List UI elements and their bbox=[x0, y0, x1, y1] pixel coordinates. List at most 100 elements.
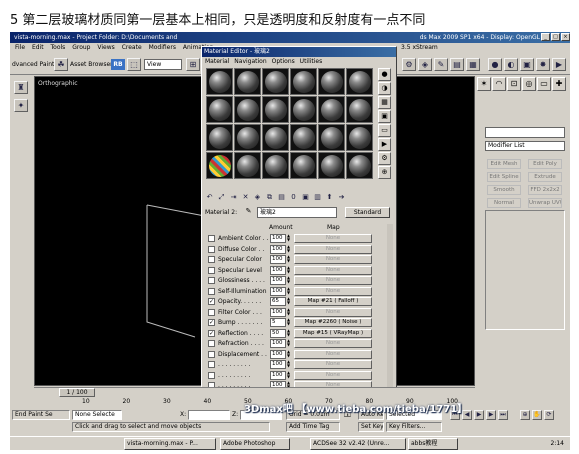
map-slot-button[interactable]: Map #2260 ( Noise ) bbox=[294, 318, 372, 327]
display-tab-icon[interactable]: ▭ bbox=[537, 77, 551, 91]
map-enable-checkbox[interactable] bbox=[208, 371, 215, 379]
map-amount-field[interactable]: 5 bbox=[270, 318, 286, 327]
sample-slot[interactable] bbox=[262, 152, 289, 179]
play-icon[interactable]: ▶ bbox=[474, 410, 484, 420]
sample-slot[interactable] bbox=[206, 124, 233, 151]
menu-edit[interactable]: Edit bbox=[32, 44, 44, 51]
unwrap-uvw-button[interactable]: Unwrap UVW bbox=[528, 198, 562, 208]
key-filters-button[interactable]: Key Filters... bbox=[386, 422, 442, 432]
map-amount-field[interactable]: 100 bbox=[270, 349, 286, 359]
map-enable-checkbox[interactable] bbox=[208, 361, 215, 368]
select-icon[interactable]: ⬚ bbox=[127, 58, 141, 71]
add-time-tag-button[interactable]: Add Time Tag bbox=[286, 422, 340, 432]
sample-slot[interactable] bbox=[262, 124, 289, 151]
modifier-list-dropdown[interactable]: Modifier List bbox=[485, 141, 565, 151]
map-amount-field[interactable]: 100 bbox=[270, 307, 286, 317]
map-amount-field[interactable]: 100 bbox=[270, 244, 286, 254]
sample-slot[interactable] bbox=[346, 68, 373, 95]
menu-group[interactable]: Group bbox=[72, 44, 90, 51]
sample-slot[interactable] bbox=[318, 124, 345, 151]
create-tab-icon[interactable]: ✶ bbox=[477, 77, 491, 91]
spinner-icon[interactable]: ▲▼ bbox=[287, 318, 292, 327]
menu-modifiers[interactable]: Modifiers bbox=[149, 44, 176, 51]
get-material-icon[interactable]: ↶ bbox=[204, 191, 215, 203]
end-paint-button[interactable]: End Paint Se bbox=[12, 410, 70, 420]
map-enable-checkbox[interactable] bbox=[208, 245, 215, 253]
motion-tab-icon[interactable]: ◎ bbox=[522, 77, 536, 91]
sample-slot[interactable] bbox=[206, 152, 233, 179]
show-end-icon[interactable]: ▥ bbox=[312, 191, 323, 203]
menu-views[interactable]: Views bbox=[97, 44, 114, 51]
map-slot-button[interactable]: None bbox=[294, 349, 372, 359]
mat-menu-navigation[interactable]: Navigation bbox=[234, 58, 266, 65]
map-slot-button[interactable]: None bbox=[294, 307, 372, 317]
sample-slot[interactable] bbox=[318, 68, 345, 95]
ffd-button[interactable]: FFD 2x2x2 bbox=[528, 185, 562, 195]
spinner-icon[interactable]: ▲▼ bbox=[287, 286, 292, 296]
time-slider[interactable]: 1 / 100 bbox=[59, 388, 95, 397]
spinner-icon[interactable]: ▲▼ bbox=[287, 307, 292, 317]
map-slot-button[interactable]: None bbox=[294, 370, 372, 380]
spinner-icon[interactable]: ▲▼ bbox=[287, 276, 292, 285]
pivot-icon[interactable]: ⊞ bbox=[186, 58, 200, 71]
modifier-stack[interactable] bbox=[485, 210, 565, 330]
sample-slot[interactable] bbox=[290, 96, 317, 123]
sample-slot[interactable] bbox=[234, 152, 261, 179]
map-amount-field[interactable]: 100 bbox=[270, 234, 286, 243]
options-icon[interactable]: ⚙ bbox=[378, 152, 391, 165]
map-slot-button[interactable]: None bbox=[294, 265, 372, 275]
map-enable-checkbox[interactable]: ✓ bbox=[208, 298, 215, 305]
spinner-icon[interactable]: ▲▼ bbox=[287, 370, 292, 380]
spinner-icon[interactable]: ▲▼ bbox=[287, 234, 292, 243]
tools-icon[interactable]: ✦ bbox=[14, 99, 28, 112]
object-name-field[interactable] bbox=[485, 127, 565, 138]
render-frame-icon[interactable]: ▣ bbox=[520, 58, 534, 71]
material-name-field[interactable]: 玻璃2 bbox=[257, 207, 337, 218]
task-3dsmax[interactable]: vista-morning.max - P... bbox=[124, 438, 216, 450]
edit-poly-button[interactable]: Edit Poly bbox=[528, 159, 562, 169]
pan-icon[interactable]: ✋ bbox=[532, 410, 542, 420]
mirror-icon[interactable]: ◈ bbox=[418, 58, 432, 71]
material-type-button[interactable]: Standard bbox=[345, 207, 390, 218]
sample-slot[interactable] bbox=[234, 124, 261, 151]
render-setup-icon[interactable]: ◐ bbox=[504, 58, 518, 71]
snap-icon[interactable]: ⚙ bbox=[402, 58, 416, 71]
align-icon[interactable]: ✎ bbox=[434, 58, 448, 71]
material-editor-icon[interactable]: ● bbox=[488, 58, 502, 71]
map-enable-checkbox[interactable] bbox=[208, 256, 215, 263]
sample-slot[interactable] bbox=[290, 152, 317, 179]
map-amount-field[interactable]: 100 bbox=[270, 370, 286, 380]
video-color-icon[interactable]: ▭ bbox=[378, 124, 391, 137]
show-map-icon[interactable]: ▣ bbox=[300, 191, 311, 203]
copy-icon[interactable]: ◈ bbox=[252, 191, 263, 203]
sample-slot[interactable] bbox=[290, 68, 317, 95]
spinner-icon[interactable]: ▲▼ bbox=[287, 297, 292, 306]
background-icon[interactable]: ▦ bbox=[378, 96, 391, 109]
eyedropper-icon[interactable]: ✎ bbox=[243, 207, 254, 218]
mat-menu-utilities[interactable]: Utilities bbox=[300, 58, 323, 65]
asset-browser-label[interactable]: Asset Browser bbox=[70, 61, 113, 68]
building-icon[interactable]: ♜ bbox=[14, 81, 28, 94]
backlight-icon[interactable]: ◑ bbox=[378, 82, 391, 95]
menu-tools[interactable]: Tools bbox=[51, 44, 66, 51]
mat-menu-options[interactable]: Options bbox=[272, 58, 295, 65]
sample-slot[interactable] bbox=[206, 96, 233, 123]
maximize-button[interactable]: □ bbox=[551, 33, 560, 41]
x-coordinate-field[interactable] bbox=[188, 410, 230, 420]
unique-icon[interactable]: ⧉ bbox=[264, 191, 275, 203]
menu-file[interactable]: File bbox=[15, 44, 25, 51]
library-icon[interactable]: ▤ bbox=[276, 191, 287, 203]
sample-slot[interactable] bbox=[346, 96, 373, 123]
map-amount-field[interactable]: 100 bbox=[270, 286, 286, 296]
edit-mesh-button[interactable]: Edit Mesh bbox=[487, 159, 521, 169]
view-dropdown[interactable]: View bbox=[144, 59, 182, 70]
sample-slot[interactable] bbox=[318, 96, 345, 123]
next-frame-icon[interactable]: ▶ bbox=[486, 410, 496, 420]
map-amount-field[interactable]: 100 bbox=[270, 360, 286, 369]
sample-slot[interactable] bbox=[234, 68, 261, 95]
assign-icon[interactable]: ⇥ bbox=[228, 191, 239, 203]
spinner-icon[interactable]: ▲▼ bbox=[287, 244, 292, 254]
select-by-material-icon[interactable]: ⊕ bbox=[378, 166, 391, 179]
task-acdsee[interactable]: ACDSee 32 v2.42 (Unre... bbox=[310, 438, 406, 450]
sample-slot[interactable] bbox=[262, 68, 289, 95]
